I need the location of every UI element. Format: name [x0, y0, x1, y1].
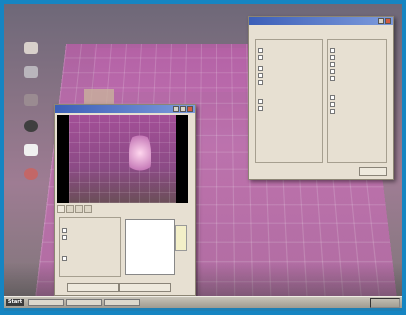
checkbox[interactable] — [258, 99, 263, 104]
checkbox[interactable] — [330, 95, 335, 100]
checkbox[interactable] — [330, 76, 335, 81]
tab-2[interactable] — [66, 205, 74, 213]
taskbar-item[interactable] — [104, 299, 140, 306]
start-button[interactable]: Start — [6, 299, 24, 306]
settings-right-group — [327, 39, 387, 163]
taskbar-item[interactable] — [28, 299, 64, 306]
taskbar-item[interactable] — [66, 299, 102, 306]
checkbox[interactable] — [258, 73, 263, 78]
capture-tabs — [57, 205, 92, 213]
checkbox[interactable] — [258, 55, 263, 60]
capture-left-button[interactable] — [67, 283, 119, 292]
tab-1[interactable] — [57, 205, 65, 213]
checkbox[interactable] — [258, 106, 263, 111]
checkbox[interactable] — [258, 80, 263, 85]
capture-window-titlebar[interactable] — [55, 105, 195, 113]
person-figure — [129, 131, 151, 175]
color-swatch[interactable] — [175, 225, 187, 251]
checkbox[interactable] — [330, 48, 335, 53]
app-icon[interactable] — [24, 94, 38, 106]
clock[interactable] — [370, 298, 400, 308]
taskbar: Start — [4, 296, 402, 308]
options-list[interactable] — [125, 219, 175, 275]
checkbox[interactable] — [330, 62, 335, 67]
video-preview — [57, 115, 188, 203]
document-icon[interactable] — [24, 144, 38, 156]
recycle-icon[interactable] — [24, 168, 38, 180]
checkbox[interactable] — [258, 66, 263, 71]
app-icon[interactable] — [24, 66, 38, 78]
desktop — [4, 4, 402, 303]
maximize-icon[interactable] — [180, 106, 186, 112]
checkbox[interactable] — [330, 102, 335, 107]
checkbox[interactable] — [62, 228, 67, 233]
close-icon[interactable] — [385, 18, 391, 24]
capture-window[interactable] — [54, 104, 196, 296]
tab-4[interactable] — [84, 205, 92, 213]
tab-3[interactable] — [75, 205, 83, 213]
close-icon[interactable] — [187, 106, 193, 112]
checkbox[interactable] — [62, 235, 67, 240]
minimize-icon[interactable] — [378, 18, 384, 24]
minimize-icon[interactable] — [173, 106, 179, 112]
checkbox[interactable] — [62, 256, 67, 261]
capture-right-button[interactable] — [119, 283, 171, 292]
capture-options-group — [59, 217, 121, 277]
settings-window-titlebar[interactable] — [249, 17, 393, 25]
video-frame — [69, 115, 176, 203]
settings-window[interactable] — [248, 16, 394, 180]
checkbox[interactable] — [258, 48, 263, 53]
globe-icon[interactable] — [24, 120, 38, 132]
app-icon[interactable] — [24, 42, 38, 54]
ok-button[interactable] — [359, 167, 387, 176]
checkbox[interactable] — [330, 69, 335, 74]
checkbox[interactable] — [330, 55, 335, 60]
checkbox[interactable] — [330, 109, 335, 114]
settings-left-group — [255, 39, 323, 163]
